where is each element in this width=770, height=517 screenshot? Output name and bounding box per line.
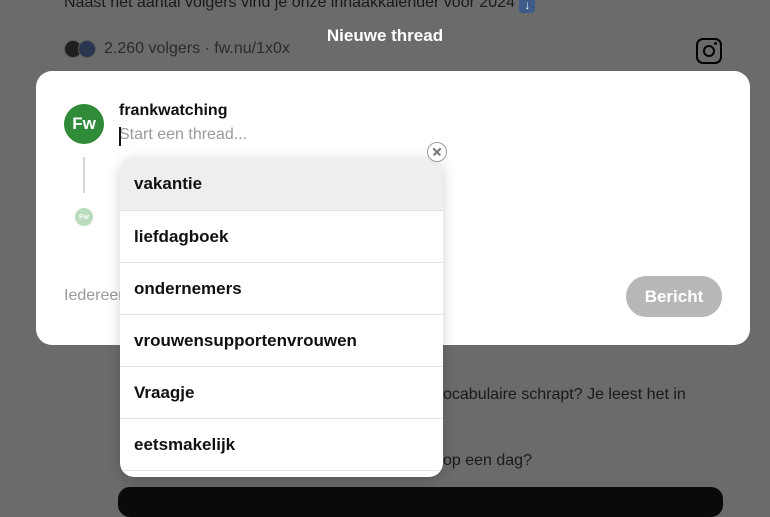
topic-suggestions-dropdown: vakantie liefdagboek ondernemers vrouwen… <box>120 157 443 477</box>
suggestion-item[interactable]: ondernemers <box>120 263 443 315</box>
suggestion-item[interactable]: vakantie <box>120 157 443 211</box>
modal-title: Nieuwe thread <box>326 26 444 45</box>
close-suggestions-icon[interactable] <box>427 142 447 162</box>
text-caret <box>119 127 121 146</box>
reply-permission-label[interactable]: Iedereen <box>64 287 127 305</box>
feed-post-text: Naast het aantal volgers vind je onze in… <box>64 0 536 13</box>
feed-post-text: ocabulaire schrapt? Je leest het in <box>443 386 686 403</box>
suggestion-item[interactable]: Vraagje <box>120 367 443 419</box>
avatar: Fw <box>64 104 104 144</box>
post-button[interactable]: Bericht <box>626 276 722 317</box>
suggestion-item[interactable]: liefdagboek <box>120 211 443 263</box>
suggestion-item[interactable]: eetsmakelijk <box>120 419 443 471</box>
thread-connector-line <box>83 157 85 193</box>
feed-post-text: op een dag? <box>443 452 532 469</box>
feed-post-bar <box>118 487 723 517</box>
username: frankwatching <box>119 102 228 119</box>
down-arrow-emoji-icon: ↓ <box>519 0 536 13</box>
avatar: Fw <box>75 208 93 226</box>
thread-text-input[interactable] <box>119 126 419 144</box>
suggestion-item[interactable]: vrouwensupportenvrouwen <box>120 315 443 367</box>
